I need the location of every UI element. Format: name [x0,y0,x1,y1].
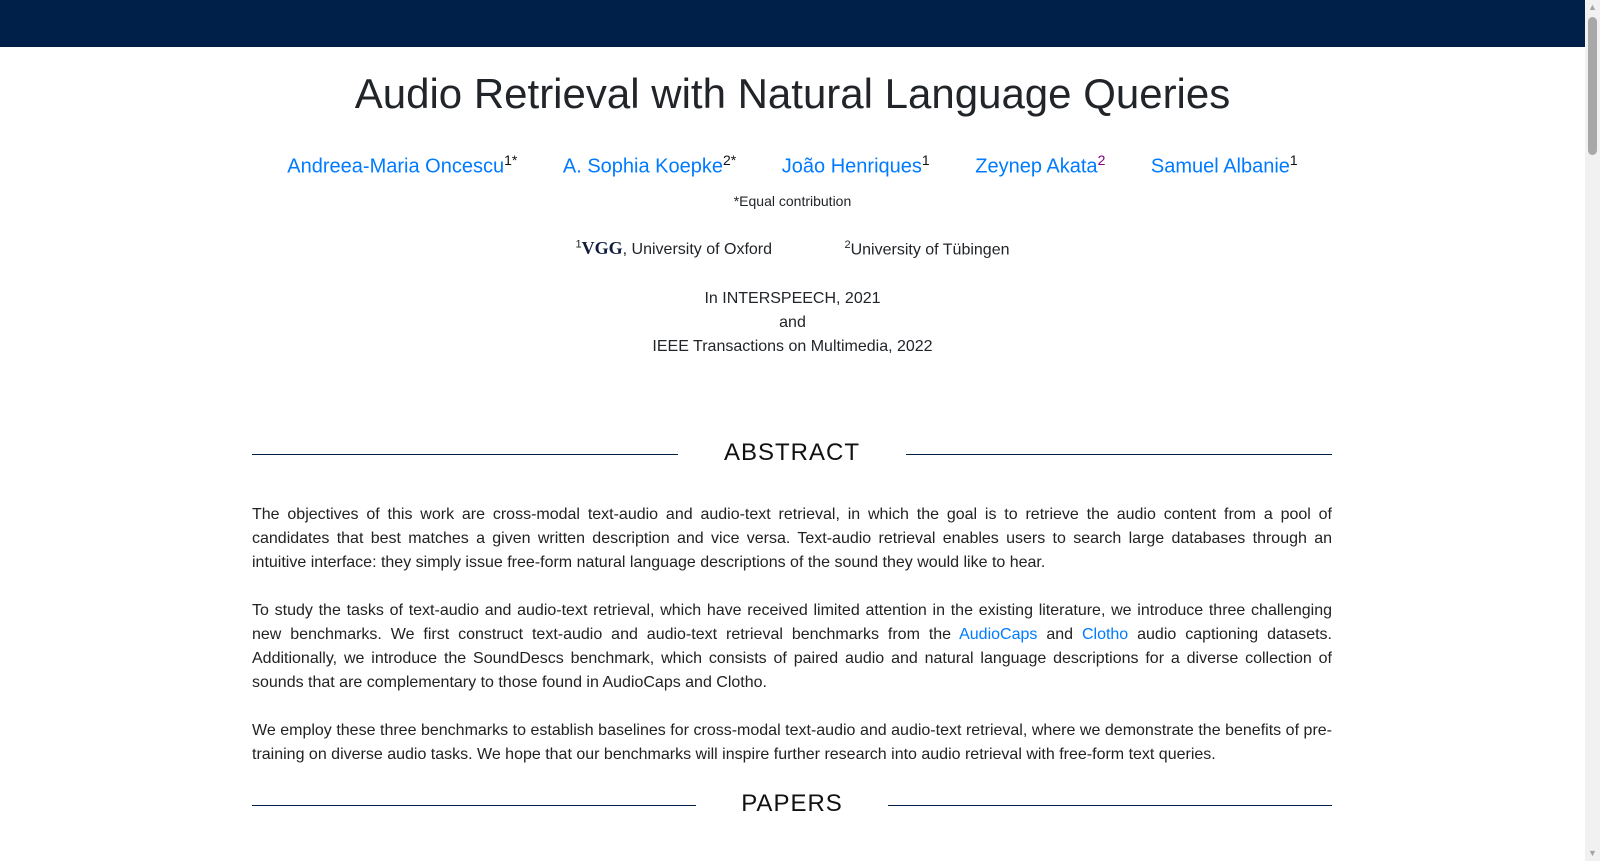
author-link[interactable]: A. Sophia Koepke [563,156,723,178]
author-affil-sup: 1 [921,152,930,168]
abstract-text: and [1037,626,1082,643]
venue-line: and [779,314,806,331]
page-title: Audio Retrieval with Natural Language Qu… [354,70,1231,117]
vgg-logo: VGG [581,238,623,258]
venue-line: In INTERSPEECH, 2021 [704,290,881,307]
abstract-paragraph: We employ these three benchmarks to esta… [252,722,1332,763]
scrollbar-thumb[interactable] [1588,17,1597,155]
affiliation-tubingen: 2University of Tübingen [844,239,1009,259]
affiliation-text: , University of Oxford [622,241,773,258]
author-link[interactable]: Samuel Albanie [1151,156,1290,178]
venue-info: In INTERSPEECH, 2021 and IEEE Transactio… [0,287,1585,359]
author-akata: Zeynep Akata2 [975,152,1105,179]
equal-contribution-note: *Equal contribution [733,193,852,209]
clotho-link[interactable]: Clotho [1082,626,1128,643]
heading-divider [906,454,1332,455]
author-koepke: A. Sophia Koepke2* [563,152,736,179]
venue-line: IEEE Transactions on Multimedia, 2022 [652,338,933,355]
author-link[interactable]: João Henriques [782,156,922,178]
author-link[interactable]: Andreea-Maria Oncescu [287,156,504,178]
heading-divider [888,805,1332,806]
author-affil-sup[interactable]: 2 [1098,152,1106,168]
author-oncescu: Andreea-Maria Oncescu1* [287,152,517,179]
author-affil-sup: 1 [1289,152,1298,168]
affiliation-text: University of Tübingen [850,241,1010,258]
scroll-up-arrow-icon[interactable]: ▲ [1585,0,1600,15]
papers-heading-label: PAPERS [741,790,843,817]
abstract-body: The objectives of this work are cross-mo… [252,503,1332,791]
author-list: Andreea-Maria Oncescu1* A. Sophia Koepke… [0,152,1585,179]
abstract-paragraph: The objectives of this work are cross-mo… [252,506,1332,571]
author-affil-sup: 2* [723,152,737,168]
affiliations: 1VGG, University of Oxford 2University o… [0,238,1585,259]
abstract-paragraph: To study the tasks of text-audio and aud… [252,599,1332,695]
author-henriques: João Henriques1 [782,152,930,179]
author-affil-sup: 1* [504,152,518,168]
top-navbar [0,0,1585,47]
abstract-heading: ABSTRACT [252,439,1332,469]
affiliation-oxford: 1VGG, University of Oxford [576,238,773,259]
vertical-scrollbar[interactable]: ▲ ▼ [1585,0,1600,861]
papers-heading: PAPERS [252,790,1332,820]
author-link[interactable]: Zeynep Akata [975,156,1097,178]
abstract-heading-label: ABSTRACT [723,439,860,466]
author-albanie: Samuel Albanie1 [1151,152,1298,179]
scroll-down-arrow-icon[interactable]: ▼ [1585,846,1600,861]
audiocaps-link[interactable]: AudioCaps [959,626,1037,643]
